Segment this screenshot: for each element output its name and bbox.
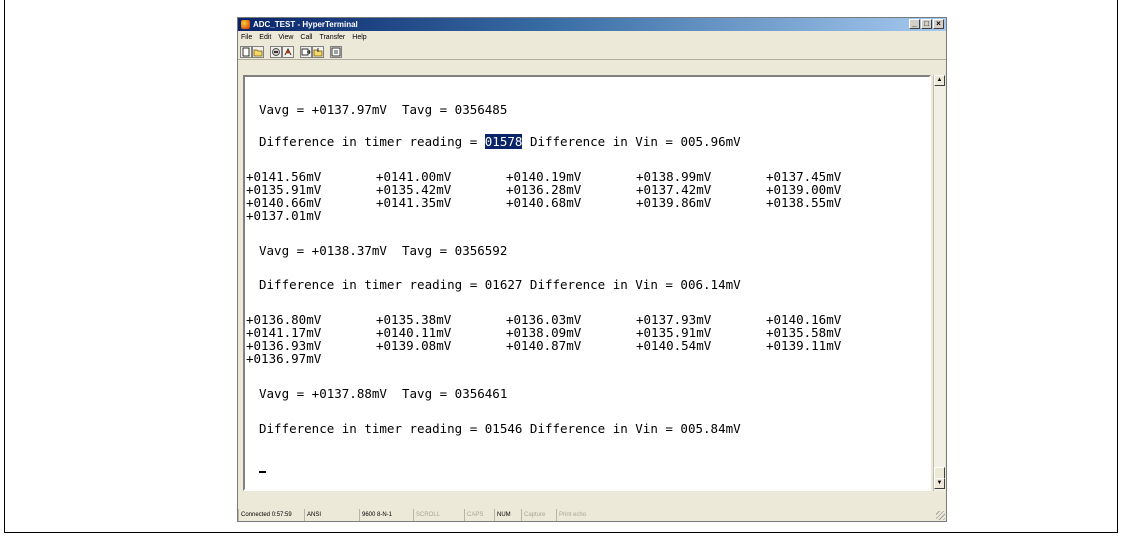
average-line: Vavg = +0137.97mV Tavg = 0356485 (259, 102, 508, 117)
receive-button[interactable] (312, 46, 324, 58)
new-icon (242, 47, 250, 57)
selected-text[interactable]: 01578 (484, 134, 523, 149)
status-bar: Connected 0:57:59 ANSI 9600 8-N-1 SCROLL CAP… (238, 509, 946, 521)
terminal-output[interactable]: Vavg = +0137.97mV Tavg = 0356485 Differen… (245, 77, 929, 489)
menu-view[interactable]: View (278, 32, 293, 44)
voltage-reading: +0138.55mV (766, 195, 842, 210)
menu-call[interactable]: Call (300, 32, 312, 44)
difference-line: Difference in timer reading = 01578 Diff… (259, 134, 741, 149)
average-line: Vavg = +0138.37mV Tavg = 0356592 (259, 243, 508, 258)
status-pane: ANSI (304, 509, 359, 521)
voltage-reading: +0139.86mV (636, 195, 712, 210)
send-icon (301, 48, 311, 56)
properties-button[interactable] (330, 46, 342, 58)
window-controls: _ □ × (909, 19, 944, 29)
voltage-reading: +0141.35mV (376, 195, 452, 210)
voltage-reading: +0140.87mV (506, 338, 582, 353)
status-pane: 9600 8-N-1 (359, 509, 413, 521)
status-pane: Connected 0:57:59 (238, 509, 304, 521)
connect-icon (272, 48, 280, 56)
terminal-frame: Vavg = +0137.97mV Tavg = 0356485 Differen… (243, 75, 931, 491)
status-pane: CAPS (464, 509, 494, 521)
difference-line: Difference in timer reading = 01546 Diff… (259, 421, 741, 436)
status-pane: SCROLL (413, 509, 464, 521)
window-title: ADC_TEST - HyperTerminal (253, 20, 358, 29)
hyperterminal-window: ADC_TEST - HyperTerminal _ □ × File Edit… (237, 17, 947, 522)
close-button[interactable]: × (933, 19, 944, 29)
menu-bar: File Edit View Call Transfer Help (238, 32, 946, 44)
menu-edit[interactable]: Edit (259, 32, 271, 44)
status-pane: Print echo (556, 509, 612, 521)
status-pane: NUM (494, 509, 521, 521)
status-pane: Capture (521, 509, 556, 521)
properties-icon (331, 47, 341, 57)
menu-transfer[interactable]: Transfer (319, 32, 345, 44)
new-connection-button[interactable] (240, 46, 252, 58)
maximize-button[interactable]: □ (921, 19, 932, 29)
menu-help[interactable]: Help (352, 32, 366, 44)
voltage-reading: +0139.11mV (766, 338, 842, 353)
difference-line: Difference in timer reading = 01627 Diff… (259, 277, 741, 292)
scroll-up-button[interactable]: ▲ (934, 75, 945, 86)
menu-file[interactable]: File (241, 32, 252, 44)
voltage-reading: +0136.97mV (246, 351, 322, 366)
vertical-scrollbar[interactable]: ▲ ▼ (933, 75, 945, 491)
resize-grip-icon[interactable] (936, 511, 945, 520)
disconnect-icon (284, 47, 292, 56)
toolbar (238, 45, 946, 60)
difference-text: Difference in timer reading = (259, 134, 485, 149)
minimize-button[interactable]: _ (909, 19, 920, 29)
open-button[interactable] (252, 46, 264, 58)
voltage-reading: +0137.01mV (246, 208, 322, 223)
terminal-cursor (259, 471, 266, 473)
title-bar[interactable]: ADC_TEST - HyperTerminal _ □ × (238, 18, 946, 31)
difference-text: Difference in Vin = 005.96mV (522, 134, 741, 149)
voltage-reading: +0140.68mV (506, 195, 582, 210)
receive-icon (313, 48, 323, 57)
voltage-reading: +0140.54mV (636, 338, 712, 353)
open-icon (253, 49, 263, 57)
voltage-reading: +0139.08mV (376, 338, 452, 353)
disconnect-button[interactable] (282, 46, 294, 58)
connect-button[interactable] (270, 46, 282, 58)
scroll-down-button[interactable]: ▼ (934, 478, 945, 489)
average-line: Vavg = +0137.88mV Tavg = 0356461 (259, 386, 508, 401)
send-button[interactable] (300, 46, 312, 58)
hyperterminal-app-icon[interactable] (241, 20, 250, 29)
